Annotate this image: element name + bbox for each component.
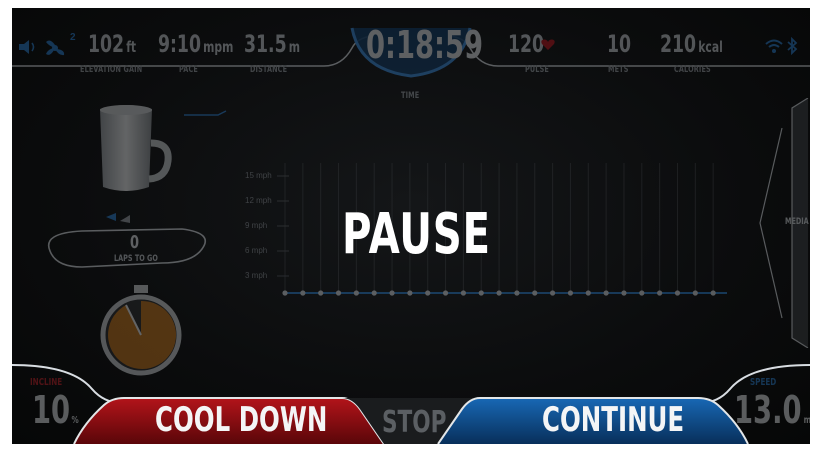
chart-point — [710, 290, 716, 296]
continue-button[interactable]: CONTINUE — [542, 400, 684, 440]
pace-label: PACE — [179, 65, 198, 75]
elevation-label: ELEVATION GAIN — [80, 65, 143, 75]
chart-point — [371, 290, 377, 296]
heart-icon — [541, 39, 555, 50]
chart-point — [318, 290, 324, 296]
laps-count-wrap: 0 — [130, 232, 143, 253]
chart-point — [657, 290, 663, 296]
chart-point — [442, 290, 449, 296]
chart-point — [674, 290, 681, 296]
incline-label: INCLINE — [30, 377, 63, 388]
y-tick-label: 9 mph — [245, 221, 268, 230]
cup-holder-icon — [100, 105, 172, 191]
fan-icon[interactable] — [44, 36, 68, 58]
cool-down-button[interactable]: COOL DOWN — [155, 400, 327, 440]
chart-point — [425, 290, 431, 296]
chart-mini-line — [184, 110, 227, 116]
chart-point — [567, 290, 574, 296]
speaker-icon[interactable] — [18, 38, 38, 56]
chart-point — [639, 290, 645, 296]
calories-label-wrap: CALORIES — [674, 59, 725, 77]
calories-unit: kcal — [698, 38, 723, 56]
chart-point — [585, 290, 591, 296]
pace-value: 9:10 — [158, 30, 201, 58]
stat-calories: 210 kcal — [660, 30, 747, 58]
incline-value: 10 — [32, 388, 71, 432]
bluetooth-icon[interactable] — [786, 37, 798, 55]
chart-point — [300, 290, 306, 296]
chart-point — [478, 290, 484, 296]
distance-label-wrap: DISTANCE — [250, 59, 302, 77]
chart-point — [407, 290, 413, 296]
chart-point — [335, 290, 342, 296]
stop-button[interactable]: STOP — [382, 405, 446, 440]
chart-point — [460, 290, 466, 296]
chart-series — [282, 290, 727, 296]
calories-label: CALORIES — [674, 65, 711, 75]
distance-unit: m — [288, 38, 301, 56]
chart-point — [514, 290, 520, 296]
chart-point — [532, 290, 538, 296]
mets-label: METS — [608, 65, 629, 75]
time-value: 0:18:59 — [366, 23, 484, 67]
pace-unit: mpm — [203, 38, 234, 56]
stat-elevation: 102 ft — [88, 30, 155, 58]
calories-value: 210 — [660, 30, 697, 58]
speed-label: SPEED — [750, 377, 777, 388]
treadmill-console: 2 102 ft ELEVATION GAIN 9:10 mpm PACE 31.5… — [12, 8, 810, 444]
speed-readout[interactable]: 13.0mph — [734, 388, 810, 432]
media-label-wrap: MEDIA — [785, 216, 810, 227]
media-tab[interactable]: MEDIA — [752, 98, 810, 348]
media-label: MEDIA — [785, 217, 809, 227]
laps-label-wrap: LAPS TO GO — [114, 253, 175, 264]
stat-mets: 10 — [607, 30, 640, 58]
distance-label: DISTANCE — [250, 65, 288, 75]
pace-label-wrap: PACE — [179, 59, 205, 77]
elevation-label-wrap: ELEVATION GAIN — [80, 59, 167, 77]
time-label-wrap: TIME — [401, 85, 426, 103]
time-display: 0:18:59 — [366, 23, 529, 67]
laps-label: LAPS TO GO — [114, 254, 158, 264]
pause-overlay: PAUSE — [342, 202, 491, 267]
y-tick-label: 12 mph — [245, 196, 272, 205]
wifi-icon[interactable] — [764, 38, 784, 54]
track-oval — [47, 228, 207, 268]
chart-point — [603, 290, 609, 296]
incline-unit: % — [71, 415, 79, 426]
chart-point — [353, 290, 359, 296]
chart-point — [621, 290, 627, 296]
mets-value: 10 — [607, 30, 632, 58]
elevation-value: 102 — [88, 30, 125, 58]
chart-point — [389, 290, 395, 296]
chart-point — [550, 290, 556, 296]
laps-count: 0 — [130, 232, 140, 253]
top-status-bar: 2 102 ft ELEVATION GAIN 9:10 mpm PACE 31.5… — [12, 8, 810, 103]
y-tick-label: 6 mph — [245, 246, 268, 255]
elevation-unit: ft — [126, 38, 137, 56]
distance-value: 31.5 — [244, 30, 287, 58]
y-tick-label: 3 mph — [245, 271, 268, 280]
speed-unit: mph — [804, 415, 810, 426]
chart-point — [692, 290, 698, 296]
speed-value: 13.0 — [734, 388, 802, 432]
chart-point — [496, 290, 502, 296]
screen: 2 102 ft ELEVATION GAIN 9:10 mpm PACE 31.5… — [0, 0, 819, 452]
pulse-label-wrap: PULSE — [525, 59, 558, 77]
fan-level: 2 — [70, 32, 76, 43]
pulse-label: PULSE — [525, 65, 549, 75]
stat-distance: 31.5 m — [244, 30, 322, 58]
time-label: TIME — [401, 91, 420, 101]
left-widgets: 0 LAPS TO GO — [42, 103, 242, 376]
incline-readout[interactable]: 10% — [32, 388, 97, 432]
chart-point — [282, 290, 288, 296]
mets-label-wrap: METS — [608, 59, 637, 77]
pulse-value: 120 — [508, 30, 545, 58]
y-tick-label: 15 mph — [245, 171, 272, 180]
